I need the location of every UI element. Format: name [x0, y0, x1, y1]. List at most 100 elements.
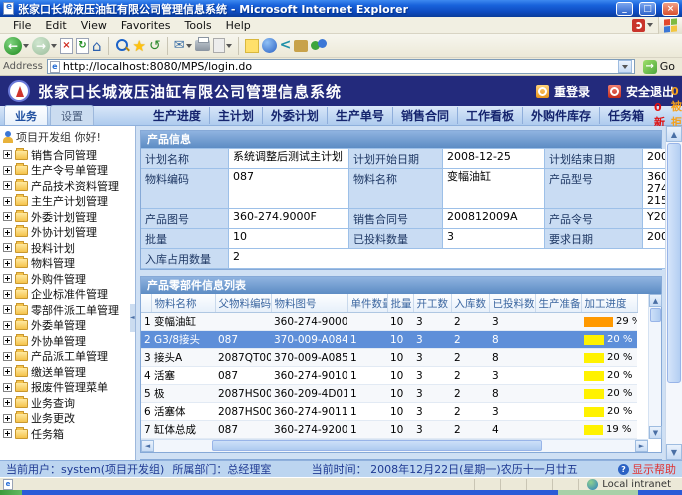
start-button[interactable] — [0, 490, 22, 495]
scroll-thumb[interactable] — [667, 143, 681, 383]
mail-button[interactable]: ✉ — [174, 38, 192, 53]
favorites-button[interactable]: ★ — [133, 38, 146, 54]
maximize-button[interactable]: □ — [639, 2, 656, 16]
expand-icon[interactable] — [3, 197, 12, 206]
scroll-track[interactable] — [154, 440, 635, 452]
mail-dropdown-icon[interactable] — [186, 44, 192, 48]
messenger-button[interactable] — [311, 39, 327, 53]
tree-item[interactable]: 业务查询 — [3, 395, 135, 411]
col-header[interactable]: 物料名称 — [151, 294, 215, 313]
back-button[interactable]: ← — [4, 37, 29, 55]
nav-menu-item[interactable]: 外购件库存 — [523, 107, 600, 124]
expand-icon[interactable] — [3, 150, 12, 159]
col-header[interactable]: 开工数 — [413, 294, 451, 313]
col-header[interactable]: 物料图号 — [271, 294, 347, 313]
parts-vertical-scrollbar[interactable]: ▲ ▼ — [648, 294, 661, 439]
scroll-up-icon[interactable]: ▲ — [649, 294, 662, 307]
scroll-down-icon[interactable]: ▼ — [666, 444, 682, 460]
expand-icon[interactable] — [3, 274, 12, 283]
tree-item[interactable]: 产品派工单管理 — [3, 349, 135, 365]
discuss-button[interactable] — [294, 40, 308, 52]
expand-icon[interactable] — [3, 259, 12, 268]
scroll-down-icon[interactable]: ▼ — [649, 426, 662, 439]
nav-menu-item[interactable]: 工作看板 — [458, 107, 523, 124]
menu-item[interactable]: Edit — [38, 19, 73, 32]
expand-icon[interactable] — [3, 429, 12, 438]
scroll-right-icon[interactable]: ► — [635, 440, 648, 452]
tree-item[interactable]: 外协计划管理 — [3, 225, 135, 241]
frontpage-button[interactable]: < — [280, 38, 292, 53]
menu-item[interactable]: File — [6, 19, 38, 32]
expand-icon[interactable] — [3, 352, 12, 361]
tree-item[interactable]: 产品技术资料管理 — [3, 178, 135, 194]
tree-item[interactable]: 企业标准件管理 — [3, 287, 135, 303]
expand-icon[interactable] — [3, 166, 12, 175]
parts-horizontal-scrollbar[interactable]: ◄ ► — [141, 439, 648, 452]
history-button[interactable]: ↺ — [149, 38, 161, 54]
minimize-button[interactable]: _ — [616, 2, 633, 16]
edit-button[interactable] — [213, 38, 232, 53]
tree-item[interactable]: 任务箱 — [3, 426, 135, 442]
stop-button[interactable]: × — [60, 38, 73, 54]
tree-item[interactable]: 外协单管理 — [3, 333, 135, 349]
scroll-left-icon[interactable]: ◄ — [141, 440, 154, 452]
edit-dropdown-icon[interactable] — [226, 44, 232, 48]
scroll-thumb[interactable] — [650, 308, 661, 322]
relogin-button[interactable]: 重登录 — [536, 83, 590, 100]
tree-item[interactable]: 缴送单管理 — [3, 364, 135, 380]
tree-item[interactable]: 外委单管理 — [3, 318, 135, 334]
go-button[interactable]: → Go — [639, 59, 679, 75]
expand-icon[interactable] — [3, 367, 12, 376]
nav-menu-item[interactable]: 销售合同 — [393, 107, 458, 124]
tree-item[interactable]: 报废件管理菜单 — [3, 380, 135, 396]
table-row[interactable]: 4 活塞 087 360-274-9010F 1 10 3 2 3 — [141, 367, 637, 385]
expand-icon[interactable] — [3, 414, 12, 423]
expand-icon[interactable] — [3, 243, 12, 252]
tree-item[interactable]: 零部件派工单管理 — [3, 302, 135, 318]
address-dropdown-button[interactable] — [618, 60, 632, 73]
col-header[interactable]: 已投料数 — [489, 294, 535, 313]
expand-icon[interactable] — [3, 398, 12, 407]
expand-icon[interactable] — [3, 212, 12, 221]
expand-icon[interactable] — [3, 336, 12, 345]
back-dropdown-icon[interactable] — [23, 44, 29, 48]
page-scrollbar[interactable]: ▲ ▼ — [665, 126, 682, 460]
tree-item[interactable]: 物料管理 — [3, 256, 135, 272]
tree-item[interactable]: 外委计划管理 — [3, 209, 135, 225]
expand-icon[interactable] — [3, 305, 12, 314]
forward-button[interactable]: → — [32, 37, 57, 55]
table-row[interactable]: 2 G3/8接头 087 370-009-A0840 1 10 3 2 8 — [141, 331, 637, 349]
expand-icon[interactable] — [3, 228, 12, 237]
home-button[interactable]: ⌂ — [92, 38, 102, 54]
acrobat-button[interactable] — [632, 19, 658, 32]
nav-menu-item[interactable]: 外委计划 — [263, 107, 328, 124]
col-header[interactable]: 加工进度 — [581, 294, 637, 313]
tree-item[interactable]: 销售合同管理 — [3, 147, 135, 163]
address-field[interactable]: e — [47, 59, 635, 74]
sidebar-collapse-handle[interactable]: ◄ — [130, 304, 135, 332]
col-header[interactable]: 生产准备 — [535, 294, 581, 313]
menu-item[interactable]: Help — [219, 19, 258, 32]
search-button[interactable] — [115, 38, 130, 53]
col-header[interactable]: 单件数量 — [347, 294, 387, 313]
col-header[interactable]: 入库数 — [451, 294, 489, 313]
col-header[interactable]: 批量 — [387, 294, 413, 313]
menu-item[interactable]: Favorites — [114, 19, 178, 32]
expand-icon[interactable] — [3, 181, 12, 190]
scroll-thumb[interactable] — [212, 440, 542, 451]
show-help-link[interactable]: ? 显示帮助 — [618, 461, 676, 477]
tab-business[interactable]: 业务 — [4, 105, 48, 125]
tree-item[interactable]: 生产令号单管理 — [3, 163, 135, 179]
expand-icon[interactable] — [3, 383, 12, 392]
col-rownum[interactable] — [141, 294, 151, 313]
table-row[interactable]: 6 活塞体 2087HS002 360-274-9011W 1 10 3 2 3 — [141, 403, 637, 421]
print-button[interactable] — [195, 40, 210, 51]
notes-button[interactable] — [245, 39, 259, 53]
expand-icon[interactable] — [3, 290, 12, 299]
menu-item[interactable]: View — [74, 19, 114, 32]
media-button[interactable] — [262, 38, 277, 53]
nav-menu-item[interactable]: 主计划 — [210, 107, 263, 124]
table-row[interactable]: 1 变幅油缸 360-274-9000F 10 3 2 3 — [141, 313, 637, 331]
table-row[interactable]: 7 缸体总成 087 360-274-9200F 1 10 3 2 4 — [141, 421, 637, 439]
col-header[interactable]: 父物料编码 — [215, 294, 271, 313]
